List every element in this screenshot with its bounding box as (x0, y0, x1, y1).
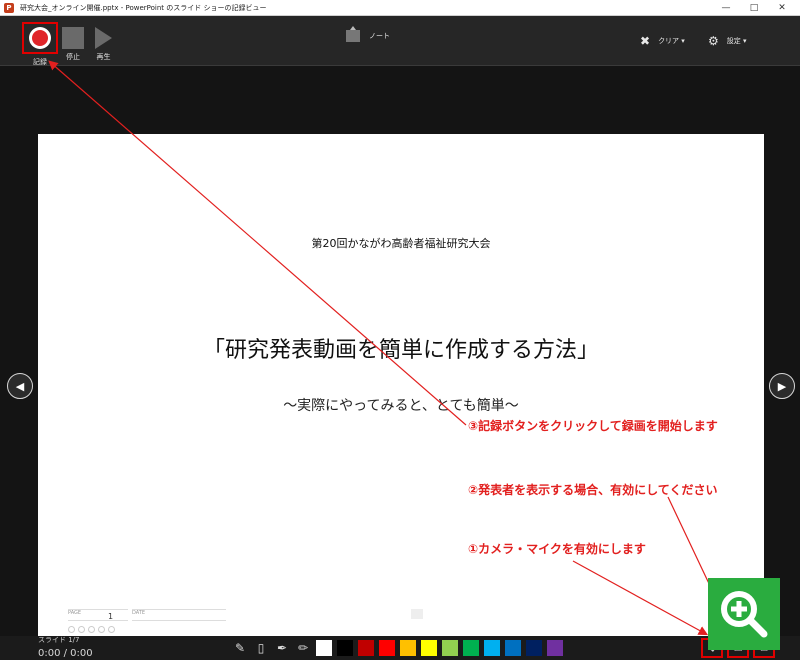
chevron-right-icon: ▶ (777, 379, 787, 393)
record-button[interactable]: 記録 (22, 22, 58, 67)
play-icon (95, 27, 112, 49)
slide-hover-tools (68, 626, 118, 633)
record-icon (29, 27, 51, 49)
stop-button[interactable]: 停止 (62, 22, 84, 62)
stop-label: 停止 (66, 53, 80, 61)
eraser-icon: ✖ (640, 34, 651, 48)
recording-timer: 0:00 / 0:00 (38, 648, 93, 659)
microphone-settings-icon: ⚙ (708, 34, 719, 48)
slide-subtitle: ～実際にやってみると、とても簡単～ (283, 398, 519, 414)
window-title: 研究大会_オンライン開催.pptx - PowerPoint のスライド ショー… (20, 3, 267, 12)
slide-counter: スライド 1/7 (38, 636, 80, 644)
window-controls: — □ ✕ (712, 0, 796, 16)
record-highlight-box (22, 22, 58, 54)
highlighter-icon[interactable]: ✏ (295, 640, 311, 656)
clear-label: クリア ▾ (658, 37, 685, 45)
zoom-in-icon (721, 591, 768, 638)
page-value: 1 (108, 612, 114, 621)
date-field: DATE (132, 609, 226, 621)
slide-conference-name: 第20回かながわ高齢者福祉研究大会 (311, 237, 491, 250)
recording-view: P 研究大会_オンライン開催.pptx - PowerPoint のスライド シ… (0, 0, 800, 660)
pen-color-swatch[interactable] (442, 640, 458, 656)
slide-footer: PAGE 1 DATE (68, 609, 226, 621)
notes-button[interactable]: ノート (346, 26, 390, 42)
minimize-button[interactable]: — (712, 0, 740, 16)
annotation-step2: ②発表者を表示する場合、有効にしてください (468, 483, 718, 497)
next-slide-button[interactable]: ▶ (769, 373, 795, 399)
pen-color-swatch[interactable] (421, 640, 437, 656)
slide-title: 「研究発表動画を簡単に作成する方法」 (202, 338, 599, 363)
chevron-left-icon: ◀ (15, 379, 25, 393)
date-label: DATE (132, 610, 146, 616)
pen-color-swatch[interactable] (379, 640, 395, 656)
play-label: 再生 (96, 53, 111, 61)
page-field: PAGE 1 (68, 609, 128, 621)
pen-color-swatch[interactable] (547, 640, 563, 656)
notes-icon (346, 26, 360, 42)
title-bar: P 研究大会_オンライン開催.pptx - PowerPoint のスライド シ… (0, 0, 800, 16)
pen-color-swatch[interactable] (505, 640, 521, 656)
pen-color-swatch[interactable] (400, 640, 416, 656)
play-button[interactable]: 再生 (95, 22, 112, 62)
clear-button[interactable]: ✖ クリア ▾ (640, 34, 685, 48)
page-label: PAGE (68, 610, 82, 616)
pen-color-swatch[interactable] (526, 640, 542, 656)
previous-slide-button[interactable]: ◀ (7, 373, 33, 399)
hover-tool-dot[interactable] (108, 626, 115, 633)
notes-label: ノート (369, 32, 390, 40)
hover-tool-dot[interactable] (98, 626, 105, 633)
annotation-step1: ①カメラ・マイクを有効にします (468, 542, 646, 556)
pen-color-swatch[interactable] (463, 640, 479, 656)
hover-tool-dot[interactable] (88, 626, 95, 633)
powerpoint-icon: P (4, 2, 14, 13)
pen-color-swatch[interactable] (358, 640, 374, 656)
hover-tool-dot[interactable] (78, 626, 85, 633)
annotation-step3: ③記録ボタンをクリックして録画を開始します (468, 419, 718, 433)
zoom-in-button[interactable] (708, 578, 780, 650)
bottom-bar: スライド 1/7 0:00 / 0:00 ✎ ▯ ✒ ✏ 🎙 ▣ ▢ (0, 636, 800, 660)
pen-color-swatch[interactable] (316, 640, 332, 656)
hover-tool-dot[interactable] (68, 626, 75, 633)
recording-toolbar: 記録 停止 再生 ノート ✖ クリア ▾ ⚙ 設定 ▾ (0, 16, 800, 66)
settings-button[interactable]: ⚙ 設定 ▾ (708, 34, 747, 48)
settings-label: 設定 ▾ (726, 37, 747, 45)
laser-pointer-icon[interactable]: ✎ (232, 640, 248, 656)
pen-color-swatches (316, 640, 568, 656)
eraser-tool-icon[interactable]: ▯ (253, 640, 269, 656)
footer-box (411, 609, 423, 619)
stop-icon (62, 27, 84, 49)
pen-color-swatch[interactable] (337, 640, 353, 656)
slide-canvas: 第20回かながわ高齢者福祉研究大会 「研究発表動画を簡単に作成する方法」 ～実際… (38, 134, 764, 660)
pen-tools: ✎ ▯ ✒ ✏ (232, 640, 568, 656)
pen-icon[interactable]: ✒ (274, 640, 290, 656)
slide-stage: 第20回かながわ高齢者福祉研究大会 「研究発表動画を簡単に作成する方法」 ～実際… (0, 66, 800, 660)
maximize-button[interactable]: □ (740, 0, 768, 16)
close-window-button[interactable]: ✕ (768, 0, 796, 16)
pen-color-swatch[interactable] (484, 640, 500, 656)
